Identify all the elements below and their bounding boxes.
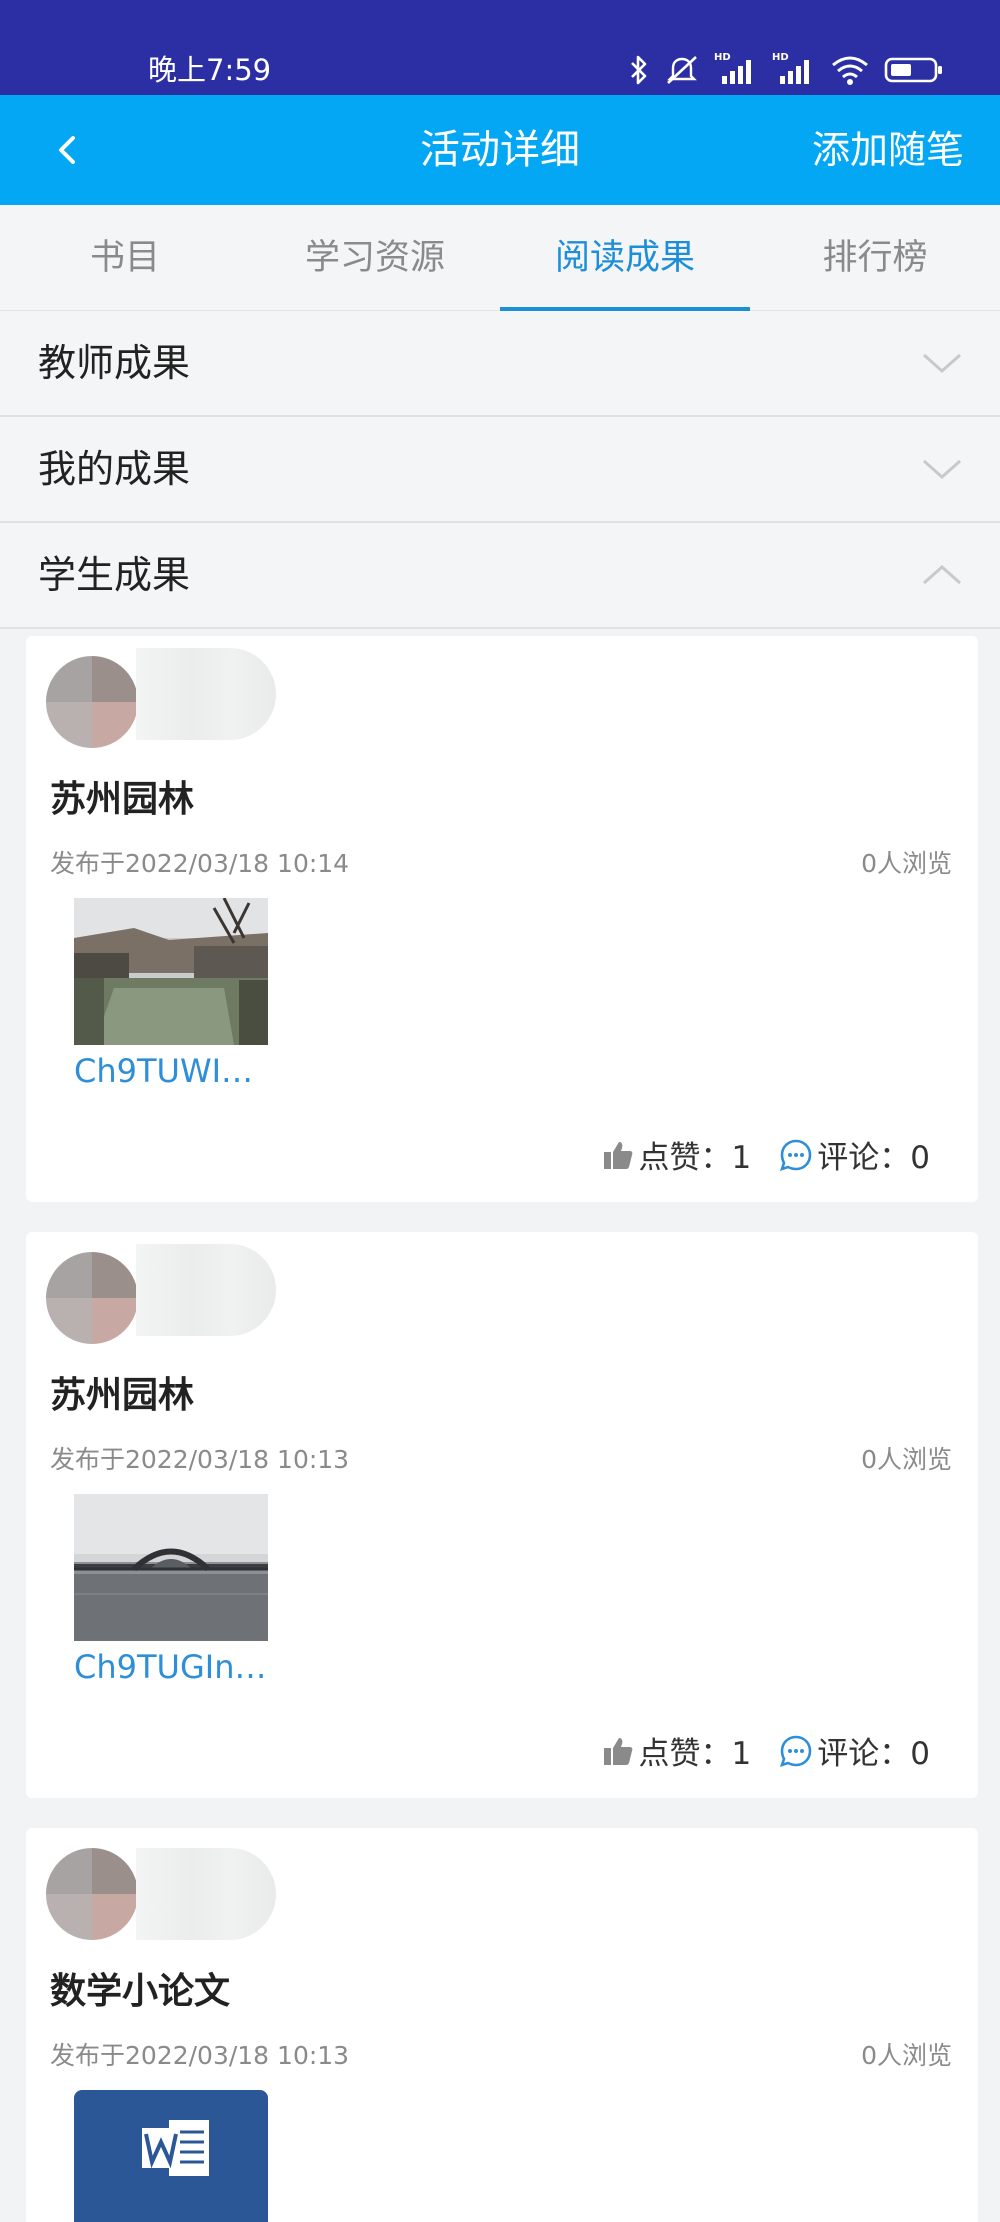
section-title: 教师成果 bbox=[38, 341, 191, 385]
section-title: 我的成果 bbox=[38, 447, 191, 491]
comment-count[interactable]: 评论：0 bbox=[817, 1728, 930, 1773]
status-time: 晚上7:59 bbox=[148, 53, 272, 87]
post-actions: 点赞：1 评论：0 bbox=[599, 1728, 930, 1773]
garden-canal-photo bbox=[74, 898, 268, 1045]
comment-icon[interactable] bbox=[777, 1732, 815, 1770]
avatar[interactable] bbox=[46, 1252, 138, 1344]
like-count[interactable]: 点赞：1 bbox=[639, 1132, 752, 1177]
post-title[interactable]: 苏州园林 bbox=[50, 770, 194, 822]
section-teacher-results[interactable]: 教师成果 bbox=[0, 311, 1000, 417]
chevron-up-icon bbox=[923, 564, 961, 585]
author-name-blurred bbox=[136, 1848, 276, 1940]
view-count: 0人浏览 bbox=[861, 849, 952, 878]
attachment-file-name[interactable]: Ch9TUWI… bbox=[74, 1052, 253, 1090]
bluetooth-icon bbox=[631, 55, 647, 85]
battery-icon bbox=[884, 57, 942, 83]
app-bar: 活动详细 添加随笔 bbox=[0, 95, 1000, 205]
add-note-button[interactable]: 添加随笔 bbox=[812, 95, 964, 205]
comment-count[interactable]: 评论：0 bbox=[817, 1132, 930, 1177]
attachment-thumbnail[interactable] bbox=[74, 1494, 268, 1641]
status-icons: HD HD bbox=[628, 50, 944, 90]
post-date: 发布于2022/03/18 10:14 bbox=[50, 849, 350, 878]
section-student-results[interactable]: 学生成果 bbox=[0, 523, 1000, 629]
thumbs-up-icon[interactable] bbox=[599, 1136, 637, 1174]
chevron-down-icon bbox=[923, 353, 961, 374]
tab-learning-resources[interactable]: 学习资源 bbox=[250, 205, 500, 311]
view-count: 0人浏览 bbox=[861, 1445, 952, 1474]
post-date: 发布于2022/03/18 10:13 bbox=[50, 1445, 350, 1474]
tab-reading-results[interactable]: 阅读成果 bbox=[500, 205, 750, 311]
chevron-down-icon bbox=[923, 459, 961, 480]
post-actions: 点赞：1 评论：0 bbox=[599, 1132, 930, 1177]
author-name-blurred bbox=[136, 648, 276, 740]
attachment-thumbnail[interactable] bbox=[74, 898, 268, 1045]
signal-hd-2-icon: HD bbox=[772, 52, 816, 86]
mute-bell-icon bbox=[667, 56, 697, 84]
chevron-left-icon bbox=[59, 136, 75, 164]
post-date: 发布于2022/03/18 10:13 bbox=[50, 2041, 350, 2070]
stone-bridge-photo bbox=[74, 1494, 268, 1641]
avatar[interactable] bbox=[46, 1848, 138, 1940]
avatar[interactable] bbox=[46, 656, 138, 748]
attachment-file-name[interactable]: Ch9TUGIn… bbox=[74, 1648, 266, 1686]
post-title[interactable]: 数学小论文 bbox=[50, 1962, 230, 2014]
post-title[interactable]: 苏州园林 bbox=[50, 1366, 194, 1418]
view-count: 0人浏览 bbox=[861, 2041, 952, 2070]
like-count[interactable]: 点赞：1 bbox=[639, 1728, 752, 1773]
signal-hd-1-icon: HD bbox=[714, 52, 758, 86]
post-card[interactable]: 苏州园林 发布于2022/03/18 10:14 0人浏览 Ch9TUWI… 点… bbox=[26, 636, 978, 1202]
post-card[interactable]: 苏州园林 发布于2022/03/18 10:13 0人浏览 Ch9TUGIn… … bbox=[26, 1232, 978, 1798]
post-card[interactable]: 数学小论文 发布于2022/03/18 10:13 0人浏览 bbox=[26, 1828, 978, 2222]
thumbs-up-icon[interactable] bbox=[599, 1732, 637, 1770]
tab-booklist[interactable]: 书目 bbox=[0, 205, 250, 311]
section-title: 学生成果 bbox=[38, 553, 191, 597]
wifi-icon bbox=[832, 56, 868, 85]
tab-bar: 书目 学习资源 阅读成果 排行榜 bbox=[0, 205, 1000, 311]
status-bar: 晚上7:59 HD HD bbox=[0, 0, 1000, 95]
back-button[interactable] bbox=[40, 123, 94, 177]
author-name-blurred bbox=[136, 1244, 276, 1336]
comment-icon[interactable] bbox=[777, 1136, 815, 1174]
section-my-results[interactable]: 我的成果 bbox=[0, 417, 1000, 523]
tab-leaderboard[interactable]: 排行榜 bbox=[750, 205, 1000, 311]
word-doc-icon[interactable] bbox=[74, 2090, 268, 2222]
